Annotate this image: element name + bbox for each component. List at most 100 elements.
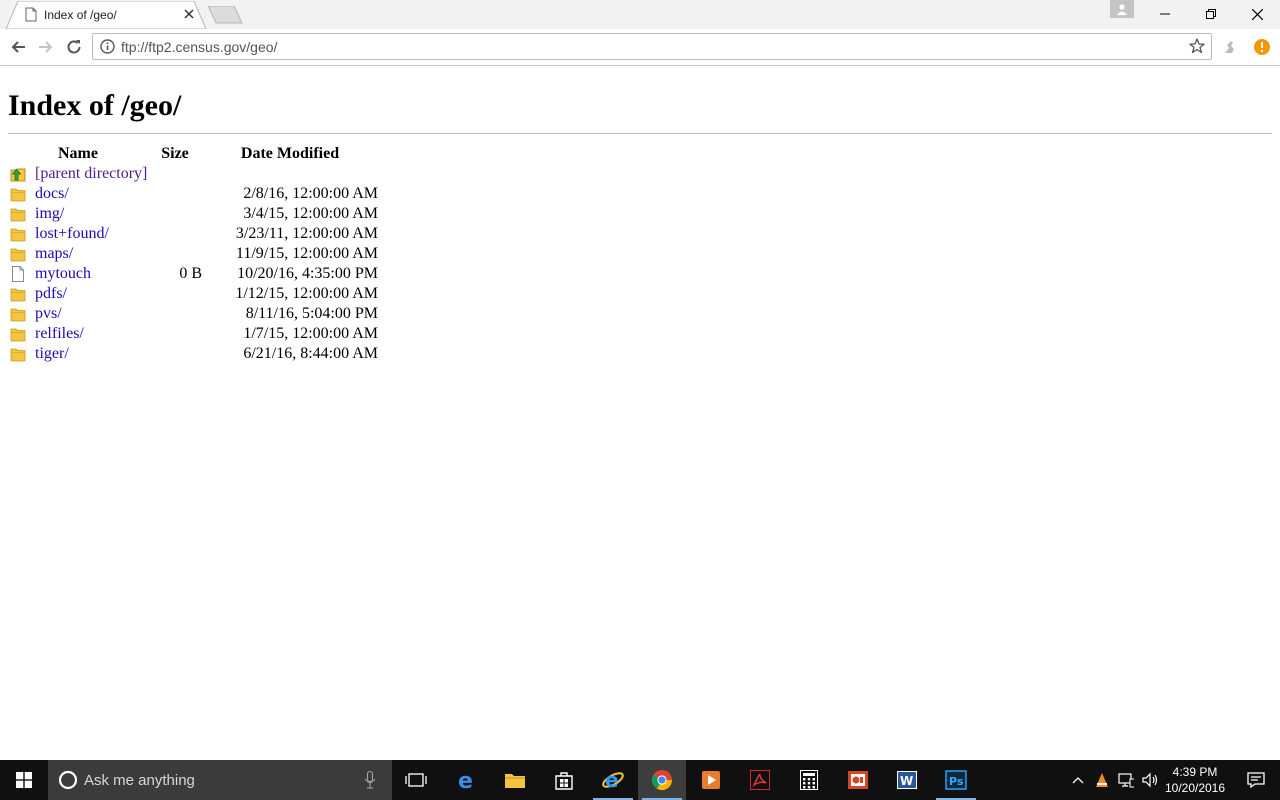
tab-title: Index of /geo/: [44, 8, 117, 22]
entry-link[interactable]: img/: [35, 205, 64, 223]
taskbar-acrobat[interactable]: [736, 760, 784, 800]
column-header-size[interactable]: Size: [148, 144, 202, 164]
folder-icon: [505, 774, 525, 788]
cortana-search-box[interactable]: [48, 760, 392, 800]
page-content: Index of /geo/ Name Size Date Modified […: [0, 66, 1280, 760]
table-row: tiger/6/21/16, 8:44:00 AM: [8, 344, 380, 364]
browser-tab-strip: Index of /geo/: [0, 0, 1280, 29]
table-row-parent: [parent directory]: [8, 164, 380, 184]
tray-vlc-icon[interactable]: [1094, 772, 1110, 788]
file-icon: [10, 266, 26, 282]
table-row: relfiles/1/7/15, 12:00:00 AM: [8, 324, 380, 344]
close-window-button[interactable]: [1234, 0, 1280, 28]
entry-link[interactable]: relfiles/: [35, 325, 84, 343]
site-info-icon[interactable]: [100, 39, 115, 59]
folder-icon: [10, 326, 26, 342]
entry-link[interactable]: tiger/: [35, 345, 69, 363]
header-row: Name Size Date Modified: [8, 144, 380, 164]
window-controls: [1142, 0, 1280, 28]
cortana-icon: [58, 770, 78, 795]
table-row: mytouch 0 B 10/20/16, 4:35:00 PM: [8, 264, 380, 284]
entry-size: [148, 304, 202, 324]
bookmark-star-icon[interactable]: [1189, 38, 1205, 59]
forward-button[interactable]: [36, 37, 56, 57]
taskbar-photoshop[interactable]: Ps: [932, 760, 980, 800]
address-bar[interactable]: [92, 33, 1212, 60]
entry-date: 6/21/16, 8:44:00 AM: [243, 345, 378, 362]
column-header-name[interactable]: Name: [8, 144, 148, 164]
word-icon: W: [897, 771, 917, 789]
entry-date: 2/8/16, 12:00:00 AM: [243, 185, 378, 202]
taskbar-internet-explorer[interactable]: e: [589, 760, 637, 800]
powerpoint-icon: [848, 771, 868, 789]
folder-icon: [10, 226, 26, 242]
taskbar-chrome[interactable]: [638, 760, 686, 800]
entry-date: 1/7/15, 12:00:00 AM: [243, 325, 378, 342]
horizontal-rule: [8, 133, 1272, 134]
entry-link[interactable]: pvs/: [35, 305, 62, 323]
clock-date: 10/20/2016: [1164, 781, 1226, 795]
acrobat-icon: [750, 770, 770, 790]
browser-toolbar: [0, 29, 1280, 66]
reload-button[interactable]: [64, 37, 84, 57]
taskbar-powerpoint[interactable]: [834, 760, 882, 800]
entry-date: 1/12/15, 12:00:00 AM: [235, 285, 378, 302]
microphone-icon[interactable]: [364, 771, 376, 794]
url-input[interactable]: [121, 37, 1181, 56]
table-row: pvs/8/11/16, 5:04:00 PM: [8, 304, 380, 324]
tab-active[interactable]: Index of /geo/: [6, 1, 206, 29]
clock-time: 4:39 PM: [1172, 765, 1218, 779]
task-view-button[interactable]: [392, 760, 440, 800]
folder-icon: [10, 306, 26, 322]
directory-listing: Name Size Date Modified [parent director…: [8, 144, 380, 364]
entry-date: 3/4/15, 12:00:00 AM: [243, 205, 378, 222]
extension-icon[interactable]: [1220, 37, 1240, 57]
back-button[interactable]: [8, 37, 28, 57]
taskbar-media-player[interactable]: [687, 760, 735, 800]
menu-alert-icon[interactable]: [1252, 37, 1272, 57]
entry-date: 3/23/11, 12:00:00 AM: [235, 225, 378, 242]
column-header-date[interactable]: Date Modified: [202, 144, 380, 164]
entry-size: [148, 344, 202, 364]
tab-close-icon[interactable]: [182, 7, 196, 21]
action-center-button[interactable]: [1232, 760, 1280, 800]
entry-size: [148, 244, 202, 264]
volume-icon[interactable]: [1142, 772, 1158, 788]
taskbar-file-explorer[interactable]: [491, 760, 539, 800]
folder-icon: [10, 346, 26, 362]
chrome-icon: [651, 770, 673, 791]
svg-text:e: e: [458, 769, 473, 791]
taskbar-calculator[interactable]: [785, 760, 833, 800]
cortana-search-input[interactable]: [84, 770, 354, 790]
system-clock[interactable]: 4:39 PM 10/20/2016: [1160, 764, 1230, 796]
entry-link[interactable]: lost+found/: [35, 225, 109, 243]
parent-directory-link[interactable]: [parent directory]: [35, 165, 147, 183]
taskbar-edge[interactable]: e: [443, 760, 491, 800]
folder-icon: [10, 246, 26, 262]
entry-link[interactable]: docs/: [35, 185, 69, 203]
task-view-icon: [405, 773, 427, 787]
entry-link[interactable]: pdfs/: [35, 285, 67, 303]
network-icon[interactable]: [1118, 772, 1134, 788]
windows-logo-icon: [16, 772, 32, 788]
table-row: maps/11/9/15, 12:00:00 AM: [8, 244, 380, 264]
profile-icon[interactable]: [1110, 0, 1134, 18]
entry-size: [148, 284, 202, 304]
table-row: pdfs/1/12/15, 12:00:00 AM: [8, 284, 380, 304]
parent-directory-icon: [10, 166, 26, 182]
internet-explorer-icon: e: [602, 768, 624, 792]
new-tab-button[interactable]: [207, 5, 244, 24]
entry-link[interactable]: maps/: [35, 245, 73, 263]
svg-text:Ps: Ps: [949, 775, 964, 788]
calculator-icon: [800, 770, 818, 790]
table-row: lost+found/3/23/11, 12:00:00 AM: [8, 224, 380, 244]
taskbar-word[interactable]: W: [883, 760, 931, 800]
start-button[interactable]: [0, 760, 48, 800]
show-hidden-icons-chevron-icon[interactable]: [1070, 772, 1086, 788]
folder-icon: [10, 206, 26, 222]
entry-link[interactable]: mytouch: [35, 265, 91, 283]
taskbar-store[interactable]: [540, 760, 588, 800]
edge-icon: e: [458, 769, 473, 791]
restore-button[interactable]: [1188, 0, 1234, 28]
minimize-button[interactable]: [1142, 0, 1188, 28]
